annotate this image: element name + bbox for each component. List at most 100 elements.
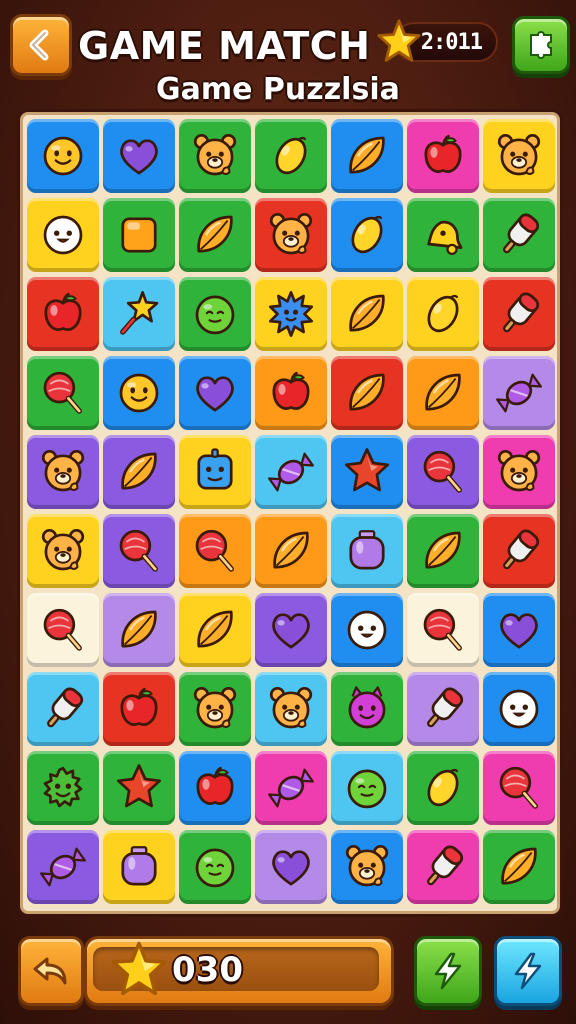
apple-icon (120, 687, 158, 726)
tile-r7-c3[interactable] (179, 593, 251, 667)
tile-r10-c5[interactable] (331, 830, 403, 904)
star-icon (344, 448, 390, 492)
tile-r9-c1[interactable] (27, 751, 99, 825)
apple-icon (424, 134, 462, 173)
lollipop-icon (499, 766, 538, 809)
heart-icon (500, 613, 538, 649)
tile-r7-c4[interactable] (255, 593, 327, 667)
tile-r5-c5[interactable] (331, 435, 403, 509)
tile-r3-c1[interactable] (27, 277, 99, 351)
tile-r6-c1[interactable] (27, 514, 99, 588)
tile-r4-c1[interactable] (27, 356, 99, 430)
score-value: 030 (172, 950, 243, 990)
tile-r2-c3[interactable] (179, 198, 251, 272)
tile-r4-c6[interactable] (407, 356, 479, 430)
tile-r1-c6[interactable] (407, 119, 479, 193)
star-icon (116, 764, 162, 808)
tile-r3-c7[interactable] (483, 277, 555, 351)
leaf-icon (349, 136, 385, 174)
slime-face-icon (195, 848, 235, 888)
tile-r8-c3[interactable] (179, 672, 251, 746)
tile-r3-c3[interactable] (179, 277, 251, 351)
boost-button-blue[interactable] (494, 936, 562, 1006)
tile-r2-c1[interactable] (27, 198, 99, 272)
tile-r7-c6[interactable] (407, 593, 479, 667)
tile-r10-c6[interactable] (407, 830, 479, 904)
tile-r5-c6[interactable] (407, 435, 479, 509)
tile-r3-c4[interactable] (255, 277, 327, 351)
tile-r3-c2[interactable] (103, 277, 175, 351)
jar-icon (121, 846, 157, 886)
tile-r10-c4[interactable] (255, 830, 327, 904)
tile-r9-c4[interactable] (255, 751, 327, 825)
tile-r2-c2[interactable] (103, 198, 175, 272)
tile-r6-c4[interactable] (255, 514, 327, 588)
tile-r4-c3[interactable] (179, 356, 251, 430)
tile-r7-c7[interactable] (483, 593, 555, 667)
tile-r3-c5[interactable] (331, 277, 403, 351)
tile-r7-c2[interactable] (103, 593, 175, 667)
lemon-icon (351, 215, 383, 254)
tile-r1-c4[interactable] (255, 119, 327, 193)
tile-r4-c7[interactable] (483, 356, 555, 430)
tile-r1-c2[interactable] (103, 119, 175, 193)
tile-r4-c2[interactable] (103, 356, 175, 430)
tile-r5-c7[interactable] (483, 435, 555, 509)
menu-button[interactable] (512, 16, 570, 74)
tile-r2-c6[interactable] (407, 198, 479, 272)
tile-r2-c7[interactable] (483, 198, 555, 272)
tile-r4-c5[interactable] (331, 356, 403, 430)
popsicle-icon (503, 529, 540, 570)
bell-icon (427, 220, 463, 256)
tile-r7-c5[interactable] (331, 593, 403, 667)
tile-r1-c5[interactable] (331, 119, 403, 193)
bear-icon (497, 133, 541, 176)
ghost-face-icon (347, 610, 387, 650)
leaf-icon (501, 847, 537, 885)
tile-r6-c5[interactable] (331, 514, 403, 588)
star-icon (377, 19, 421, 62)
tile-r10-c2[interactable] (103, 830, 175, 904)
tile-r5-c2[interactable] (103, 435, 175, 509)
tile-r1-c3[interactable] (179, 119, 251, 193)
boost-button-green[interactable] (414, 936, 482, 1006)
heart-icon (272, 850, 310, 886)
tile-r8-c6[interactable] (407, 672, 479, 746)
tile-r5-c4[interactable] (255, 435, 327, 509)
tile-r10-c3[interactable] (179, 830, 251, 904)
back-button[interactable] (10, 14, 72, 76)
tile-r9-c6[interactable] (407, 751, 479, 825)
tile-r9-c3[interactable] (179, 751, 251, 825)
tile-r8-c2[interactable] (103, 672, 175, 746)
slime-face-icon (347, 769, 387, 809)
tile-r8-c7[interactable] (483, 672, 555, 746)
popsicle-icon (503, 213, 540, 254)
tile-r6-c3[interactable] (179, 514, 251, 588)
tile-r8-c4[interactable] (255, 672, 327, 746)
tile-r4-c4[interactable] (255, 356, 327, 430)
tile-r9-c2[interactable] (103, 751, 175, 825)
popsicle-icon (427, 845, 464, 886)
tile-r5-c1[interactable] (27, 435, 99, 509)
tile-r8-c1[interactable] (27, 672, 99, 746)
tile-r6-c2[interactable] (103, 514, 175, 588)
tile-r2-c4[interactable] (255, 198, 327, 272)
tile-r9-c7[interactable] (483, 751, 555, 825)
tile-r10-c7[interactable] (483, 830, 555, 904)
leaf-icon (349, 373, 385, 411)
tile-r6-c7[interactable] (483, 514, 555, 588)
tile-r2-c5[interactable] (331, 198, 403, 272)
timer-text: 2:011 (420, 29, 483, 55)
lollipop-icon (423, 608, 462, 651)
tile-r6-c6[interactable] (407, 514, 479, 588)
tile-r8-c5[interactable] (331, 672, 403, 746)
tile-r10-c1[interactable] (27, 830, 99, 904)
tile-r3-c6[interactable] (407, 277, 479, 351)
tile-r1-c1[interactable] (27, 119, 99, 193)
tile-r5-c3[interactable] (179, 435, 251, 509)
leaf-icon (273, 531, 309, 569)
tile-r7-c1[interactable] (27, 593, 99, 667)
undo-button[interactable] (18, 936, 84, 1006)
tile-r1-c7[interactable] (483, 119, 555, 193)
tile-r9-c5[interactable] (331, 751, 403, 825)
